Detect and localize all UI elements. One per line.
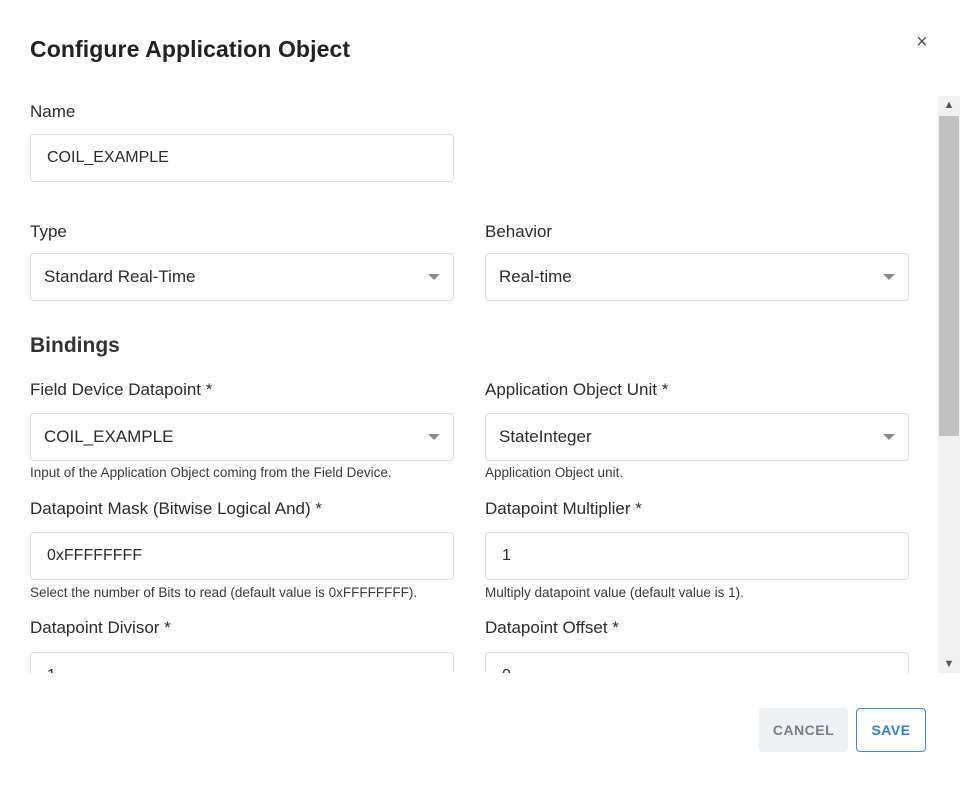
type-label: Type bbox=[30, 222, 67, 241]
type-select-value: Standard Real-Time bbox=[44, 267, 196, 286]
dialog-title: Configure Application Object bbox=[30, 36, 351, 62]
scroll-down-icon[interactable]: ▼ bbox=[938, 655, 960, 673]
chevron-down-icon bbox=[428, 434, 440, 440]
datapoint-multiplier-help: Multiply datapoint value (default value … bbox=[485, 585, 744, 600]
configure-dialog: Configure Application Object × Name Type… bbox=[0, 0, 960, 786]
datapoint-multiplier-input[interactable] bbox=[486, 533, 908, 579]
application-object-unit-select[interactable]: StateInteger bbox=[485, 413, 909, 461]
application-object-unit-label: Application Object Unit * bbox=[485, 380, 669, 399]
datapoint-mask-field[interactable] bbox=[30, 532, 454, 580]
datapoint-divisor-label: Datapoint Divisor * bbox=[30, 618, 171, 637]
type-select[interactable]: Standard Real-Time bbox=[30, 253, 454, 301]
datapoint-multiplier-field[interactable] bbox=[485, 532, 909, 580]
datapoint-offset-field[interactable] bbox=[485, 652, 909, 673]
close-icon[interactable]: × bbox=[911, 30, 933, 54]
vertical-scrollbar[interactable]: ▲ ▼ bbox=[938, 96, 960, 673]
name-input[interactable] bbox=[31, 135, 453, 181]
datapoint-offset-label: Datapoint Offset * bbox=[485, 618, 619, 637]
dialog-body[interactable]: Name Type Standard Real-Time Behavior Re… bbox=[0, 96, 938, 673]
behavior-select[interactable]: Real-time bbox=[485, 253, 909, 301]
field-device-datapoint-label: Field Device Datapoint * bbox=[30, 380, 213, 399]
application-object-unit-help: Application Object unit. bbox=[485, 465, 624, 480]
chevron-down-icon bbox=[883, 274, 895, 280]
name-label: Name bbox=[30, 102, 76, 121]
application-object-unit-value: StateInteger bbox=[499, 427, 592, 446]
field-device-datapoint-help: Input of the Application Object coming f… bbox=[30, 465, 392, 480]
datapoint-mask-input[interactable] bbox=[31, 533, 453, 579]
cancel-button[interactable]: CANCEL bbox=[759, 708, 848, 752]
field-device-datapoint-select[interactable]: COIL_EXAMPLE bbox=[30, 413, 454, 461]
datapoint-divisor-field[interactable] bbox=[30, 652, 454, 673]
datapoint-divisor-input[interactable] bbox=[31, 653, 453, 673]
field-device-datapoint-value: COIL_EXAMPLE bbox=[44, 427, 174, 446]
chevron-down-icon bbox=[883, 434, 895, 440]
bindings-title: Bindings bbox=[30, 334, 120, 357]
behavior-select-value: Real-time bbox=[499, 267, 572, 286]
datapoint-mask-help: Select the number of Bits to read (defau… bbox=[30, 585, 418, 600]
save-button[interactable]: SAVE bbox=[856, 708, 926, 752]
datapoint-mask-label: Datapoint Mask (Bitwise Logical And) * bbox=[30, 499, 322, 518]
behavior-label: Behavior bbox=[485, 222, 553, 241]
datapoint-offset-input[interactable] bbox=[486, 653, 908, 673]
datapoint-multiplier-label: Datapoint Multiplier * bbox=[485, 499, 642, 518]
chevron-down-icon bbox=[428, 274, 440, 280]
scrollbar-thumb[interactable] bbox=[939, 116, 959, 436]
scroll-up-icon[interactable]: ▲ bbox=[938, 96, 960, 114]
name-field[interactable] bbox=[30, 134, 454, 182]
